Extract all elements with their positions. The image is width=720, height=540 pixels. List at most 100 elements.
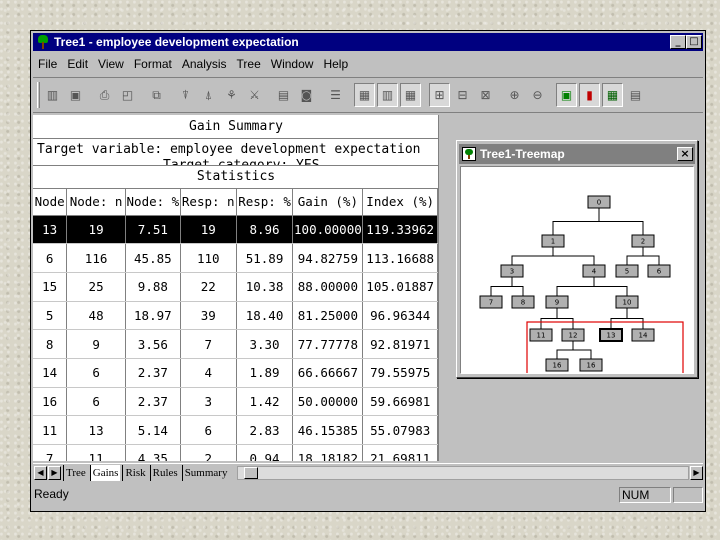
table-row[interactable]: 14 6 2.37 4 1.89 66.66667 79.55975 bbox=[33, 358, 438, 388]
table-row[interactable]: 7 11 4.35 2 0.94 18.18182 21.69811 bbox=[33, 444, 438, 461]
table-cell[interactable]: 96.96344 bbox=[362, 301, 438, 331]
menu-file[interactable]: File bbox=[33, 57, 62, 71]
table-cell[interactable]: 11 bbox=[33, 415, 68, 445]
left-tree-icon[interactable]: ⊟ bbox=[452, 83, 473, 107]
tree-node[interactable]: 14 bbox=[631, 328, 655, 342]
menu-view[interactable]: View bbox=[93, 57, 129, 71]
table-cell[interactable]: 19 bbox=[66, 215, 126, 245]
treemap-title-bar[interactable]: Tree1-Treemap × bbox=[459, 144, 695, 164]
save-icon[interactable]: ▣ bbox=[65, 83, 86, 107]
tab-summary[interactable]: Summary bbox=[181, 464, 230, 481]
tree-node[interactable]: 9 bbox=[545, 295, 569, 309]
col-header-node[interactable]: Node bbox=[33, 189, 68, 216]
table-cell[interactable]: 116 bbox=[66, 243, 126, 273]
select-node-icon[interactable]: ◙ bbox=[296, 83, 317, 107]
minimize-button[interactable]: _ bbox=[670, 35, 686, 49]
treemap-icon[interactable]: ▣ bbox=[556, 83, 577, 107]
table-view-icon[interactable]: ▦ bbox=[400, 83, 421, 107]
print-icon[interactable]: ⎙ bbox=[94, 83, 115, 107]
table-cell[interactable]: 81.25000 bbox=[292, 301, 364, 331]
menu-analysis[interactable]: Analysis bbox=[177, 57, 232, 71]
treemap-canvas[interactable]: 0 1 2 3 4 5 6 7 8 9 10 11 12 13 14 16 16 bbox=[460, 166, 694, 374]
table-row[interactable]: 13 19 7.51 19 8.96 100.00000 119.33962 bbox=[33, 215, 438, 245]
table-cell[interactable]: 92.81971 bbox=[362, 329, 438, 359]
table-cell[interactable]: 59.66981 bbox=[362, 387, 438, 417]
table-cell[interactable]: 100.00000 bbox=[292, 215, 364, 245]
table-cell[interactable]: 10.38 bbox=[236, 272, 294, 302]
table-cell[interactable]: 7 bbox=[33, 444, 68, 461]
table-cell[interactable]: 6 bbox=[33, 243, 68, 273]
table-cell[interactable]: 5.14 bbox=[125, 415, 181, 445]
tab-scroll-right-icon[interactable]: ▶ bbox=[48, 465, 61, 480]
treemap-window[interactable]: Tree1-Treemap × 0 1 2 3 4 5 6 7 8 9 10 11 12 13 14 16 16 bbox=[456, 140, 698, 378]
table-cell[interactable]: 7 bbox=[180, 329, 237, 359]
menu-edit[interactable]: Edit bbox=[62, 57, 93, 71]
col-header-resp-n[interactable]: Resp: n bbox=[180, 189, 237, 216]
define-variable-icon[interactable]: ▤ bbox=[273, 83, 294, 107]
scroll-right-icon[interactable]: ▶ bbox=[690, 465, 703, 480]
table-cell[interactable]: 66.66667 bbox=[292, 358, 364, 388]
table-cell[interactable]: 6 bbox=[66, 358, 126, 388]
table-row[interactable]: 8 9 3.56 7 3.30 77.77778 92.81971 bbox=[33, 329, 438, 359]
rules-icon[interactable]: ☰ bbox=[325, 83, 346, 107]
tree-node[interactable]: 2 bbox=[631, 234, 655, 248]
table-cell[interactable]: 39 bbox=[180, 301, 237, 331]
tree-node[interactable]: 7 bbox=[479, 295, 503, 309]
table-cell[interactable]: 1.89 bbox=[236, 358, 294, 388]
table-cell[interactable]: 13 bbox=[66, 415, 126, 445]
table-cell[interactable]: 25 bbox=[66, 272, 126, 302]
bar-chart-icon[interactable]: ▮ bbox=[579, 83, 600, 107]
table-cell[interactable]: 11 bbox=[66, 444, 126, 461]
table-cell[interactable]: 9.88 bbox=[125, 272, 181, 302]
col-header-node-n[interactable]: Node: n bbox=[66, 189, 126, 216]
tab-scroll-left-icon[interactable]: ◀ bbox=[34, 465, 47, 480]
tree-node[interactable]: 8 bbox=[511, 295, 535, 309]
table-cell[interactable]: 50.00000 bbox=[292, 387, 364, 417]
table-cell[interactable]: 3.30 bbox=[236, 329, 294, 359]
table-cell[interactable]: 15 bbox=[33, 272, 68, 302]
table-cell[interactable]: 6 bbox=[66, 387, 126, 417]
table-cell[interactable]: 2.37 bbox=[125, 387, 181, 417]
menu-window[interactable]: Window bbox=[266, 57, 319, 71]
table-cell[interactable]: 18.40 bbox=[236, 301, 294, 331]
table-cell[interactable]: 4 bbox=[180, 358, 237, 388]
split-view-icon[interactable]: ▥ bbox=[377, 83, 398, 107]
menu-format[interactable]: Format bbox=[129, 57, 177, 71]
horizontal-scrollbar[interactable] bbox=[237, 465, 689, 480]
tree-node[interactable]: 5 bbox=[615, 264, 639, 278]
tab-rules[interactable]: Rules bbox=[149, 464, 180, 481]
table-cell[interactable]: 8.96 bbox=[236, 215, 294, 245]
col-header-index[interactable]: Index (%) bbox=[362, 189, 438, 216]
table-cell[interactable]: 6 bbox=[180, 415, 237, 445]
table-cell[interactable]: 88.00000 bbox=[292, 272, 364, 302]
table-cell[interactable]: 3 bbox=[180, 387, 237, 417]
table-cell[interactable]: 46.15385 bbox=[292, 415, 364, 445]
table-row[interactable]: 16 6 2.37 3 1.42 50.00000 59.66981 bbox=[33, 387, 438, 417]
table-row[interactable]: 11 13 5.14 6 2.83 46.15385 55.07983 bbox=[33, 415, 438, 445]
tab-risk[interactable]: Risk bbox=[122, 464, 147, 481]
zoom-out-icon[interactable]: ⊖ bbox=[527, 83, 548, 107]
zoom-in-icon[interactable]: ⊕ bbox=[504, 83, 525, 107]
right-tree-icon[interactable]: ⊠ bbox=[475, 83, 496, 107]
title-bar[interactable]: Tree1 - employee development expectation… bbox=[33, 33, 703, 51]
table-cell[interactable]: 1.42 bbox=[236, 387, 294, 417]
table-cell[interactable]: 79.55975 bbox=[362, 358, 438, 388]
grow-tree-icon[interactable]: ⍒ bbox=[175, 83, 196, 107]
table-cell[interactable]: 55.07983 bbox=[362, 415, 438, 445]
tree-node[interactable]: 10 bbox=[615, 295, 639, 309]
table-cell[interactable]: 9 bbox=[66, 329, 126, 359]
tree-app-icon[interactable] bbox=[35, 35, 51, 49]
table-cell[interactable]: 45.85 bbox=[125, 243, 181, 273]
table-cell[interactable]: 8 bbox=[33, 329, 68, 359]
remove-branch-icon[interactable]: ⚔ bbox=[244, 83, 265, 107]
tree-node[interactable]: 0 bbox=[587, 195, 611, 209]
prune-icon[interactable]: ⚘ bbox=[221, 83, 242, 107]
copy-icon[interactable]: ⧉ bbox=[146, 83, 167, 107]
table-cell[interactable]: 21.69811 bbox=[362, 444, 438, 461]
table-row[interactable]: 5 48 18.97 39 18.40 81.25000 96.96344 bbox=[33, 301, 438, 331]
grow-branch-icon[interactable]: ⍋ bbox=[198, 83, 219, 107]
table-cell[interactable]: 77.77778 bbox=[292, 329, 364, 359]
table-cell[interactable]: 4.35 bbox=[125, 444, 181, 461]
col-header-gain[interactable]: Gain (%) bbox=[292, 189, 364, 216]
col-header-node-pct[interactable]: Node: % bbox=[125, 189, 181, 216]
